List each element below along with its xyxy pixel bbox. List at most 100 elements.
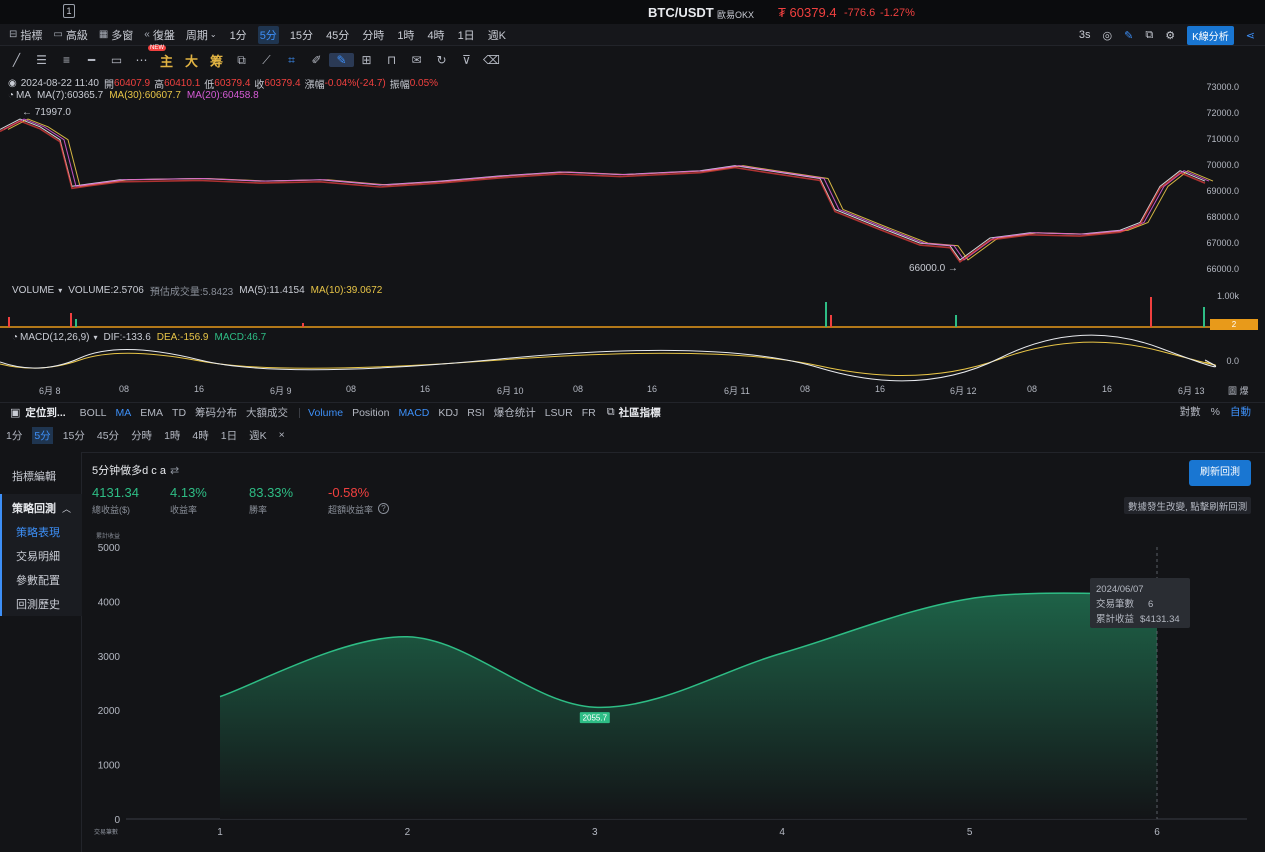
parallel-channel-icon[interactable]: ≡	[54, 53, 79, 67]
macd-name[interactable]: MACD(12,26,9)	[20, 332, 89, 343]
help-icon[interactable]: ?	[378, 503, 389, 514]
log-scale-button[interactable]: 對數	[1180, 404, 1201, 419]
chip-button[interactable]: 筹	[204, 51, 229, 70]
lock-chain-icon[interactable]: ⊞	[354, 53, 379, 67]
time-axis-tick: 08	[1027, 384, 1038, 394]
main-indicator-tab[interactable]: MA	[116, 407, 132, 419]
backtest-period-tab[interactable]: 5分	[32, 426, 53, 444]
trend-line-icon[interactable]: ╱	[4, 53, 29, 67]
sub-indicator-tab[interactable]: Position	[352, 407, 389, 419]
layout-icon[interactable]: ⧉	[1145, 29, 1153, 42]
lock-icon[interactable]: ⊓	[379, 53, 404, 67]
period-tab[interactable]: 1時	[395, 26, 416, 44]
refresh-backtest-button[interactable]: 刷新回測	[1189, 460, 1251, 486]
share-icon[interactable]: ⋖	[1246, 29, 1255, 42]
period-tab[interactable]: 45分	[324, 26, 351, 44]
equity-chart[interactable]: 0 1000 2000 3000 4000 5000 1 2 3 4 5 6 2055.7	[82, 535, 1262, 845]
bell-icon[interactable]: ◔	[12, 332, 18, 343]
horizontal-lines-icon[interactable]: ☰	[29, 53, 54, 67]
period-tab[interactable]: 1分	[228, 26, 249, 44]
period-tab[interactable]: 15分	[288, 26, 315, 44]
main-indicator-tab[interactable]: 大額成交	[246, 405, 288, 420]
equity-x-tick: 4	[779, 827, 785, 838]
time-axis-tick: 08	[119, 384, 130, 394]
backtest-period-tab[interactable]: 1日	[219, 427, 239, 444]
period-tab[interactable]: 週K	[486, 26, 508, 44]
backtest-subnav-item[interactable]: 交易明細	[16, 548, 60, 564]
refresh-rate[interactable]: 3s	[1079, 29, 1091, 41]
auto-scale-button[interactable]: 自動	[1230, 404, 1251, 419]
close-icon[interactable]: ×	[277, 428, 287, 442]
filter-icon[interactable]: ⊽	[454, 53, 479, 67]
axis-right-controls[interactable]: 圖 爆	[1228, 384, 1249, 397]
brush-icon[interactable]: ✎	[329, 53, 354, 67]
backtest-period-tab[interactable]: 15分	[61, 427, 87, 444]
sub-indicator-tab[interactable]: 爆仓统计	[494, 405, 536, 420]
backtest-period-tab[interactable]: 週K	[247, 427, 269, 444]
backtest-period-tab[interactable]: 1時	[162, 427, 182, 444]
indicator-editor-link[interactable]: 指標編輯	[12, 468, 56, 484]
big-order-button[interactable]: 大	[179, 51, 204, 70]
period-tab[interactable]: 4時	[425, 26, 446, 44]
volume-bar	[1150, 297, 1152, 327]
pen-icon[interactable]: ✎	[1124, 29, 1133, 42]
main-indicator-tab[interactable]: TD	[172, 407, 186, 419]
sub-indicator-tab[interactable]: MACD	[398, 407, 429, 419]
period-dropdown[interactable]: 周期 ⌄	[186, 27, 217, 43]
rectangle-icon[interactable]: ▭	[104, 53, 129, 67]
chevron-down-icon[interactable]: ▾	[94, 333, 98, 342]
settings-icon[interactable]: ⚙	[1165, 29, 1175, 42]
backtest-group-header[interactable]: 策略回測 ︿	[12, 500, 71, 516]
sub-indicator-tab[interactable]: FR	[582, 407, 596, 419]
price-axis-tick: 69000.0	[1206, 186, 1239, 196]
rotate-icon[interactable]: ↻	[429, 53, 454, 67]
main-indicator-tab[interactable]: BOLL	[80, 407, 107, 419]
backtest-period-tab[interactable]: 1分	[4, 427, 24, 444]
pair-title[interactable]: BTC/USDT	[648, 5, 714, 20]
period-tab[interactable]: 分時	[360, 26, 386, 44]
copy-icon[interactable]: ⧉	[229, 53, 254, 68]
backtest-subnav-item[interactable]: 參數配置	[16, 572, 60, 588]
price-axis-tick: 68000.0	[1206, 212, 1239, 222]
volume-name[interactable]: VOLUME	[12, 285, 54, 296]
macd-dea: DEA:-156.9	[156, 332, 209, 343]
select-icon[interactable]: ⌗	[279, 53, 304, 68]
locate-button[interactable]: 定位到...	[25, 405, 65, 420]
backtest-subnav-item[interactable]: 回測歷史	[16, 596, 60, 612]
period-tab[interactable]: 5分	[257, 25, 279, 44]
ruler-icon[interactable]: ✐	[304, 53, 329, 67]
main-indicator-button[interactable]: 主	[154, 51, 179, 70]
trash-icon[interactable]: ⌫	[479, 53, 504, 67]
volume-bar	[1203, 307, 1205, 327]
kline-analysis-button[interactable]: K線分析	[1187, 25, 1234, 45]
replay-button[interactable]: «復盤	[144, 27, 175, 43]
window-icon[interactable]: 1	[63, 4, 75, 18]
indicators-button[interactable]: ⊟ 指標	[9, 27, 42, 43]
chevron-down-icon[interactable]: ▾	[58, 286, 62, 295]
sub-indicator-tab[interactable]: RSI	[467, 407, 485, 419]
note-icon[interactable]: ✉	[404, 53, 429, 67]
horizontal-ray-icon[interactable]: ━	[79, 53, 104, 67]
main-indicator-tab[interactable]: EMA	[140, 407, 163, 419]
backtest-period-tab[interactable]: 45分	[95, 427, 121, 444]
multi-window-button[interactable]: ▦ 多窗	[99, 27, 133, 43]
more-icon[interactable]: ⋯	[129, 53, 154, 67]
price-change: -776.6	[844, 7, 876, 19]
advanced-button[interactable]: ▭ 高級	[53, 27, 87, 43]
camera-icon[interactable]: ◎	[1103, 29, 1113, 42]
community-indicators-button[interactable]: 社區指標	[619, 405, 661, 420]
sub-indicator-tab[interactable]: LSUR	[545, 407, 573, 419]
percent-scale-button[interactable]: %	[1211, 406, 1220, 418]
sub-indicator-tab[interactable]: Volume	[308, 407, 343, 419]
magnet-icon[interactable]: ⟋	[254, 53, 279, 68]
backtest-period-tab[interactable]: 4時	[190, 427, 210, 444]
sub-indicator-tab[interactable]: KDJ	[438, 407, 458, 419]
backtest-subnav-item[interactable]: 策略表現	[16, 524, 60, 540]
swap-icon[interactable]: ⇄	[170, 464, 179, 477]
backtest-period-tab[interactable]: 分時	[129, 427, 154, 444]
calendar-icon[interactable]: ▣	[10, 406, 20, 419]
price-chart[interactable]	[0, 76, 1265, 402]
main-indicator-tab[interactable]: 筹码分布	[195, 405, 237, 420]
period-tab[interactable]: 1日	[456, 26, 477, 44]
strategy-title: 5分钟做多d c a ⇄	[92, 462, 179, 478]
